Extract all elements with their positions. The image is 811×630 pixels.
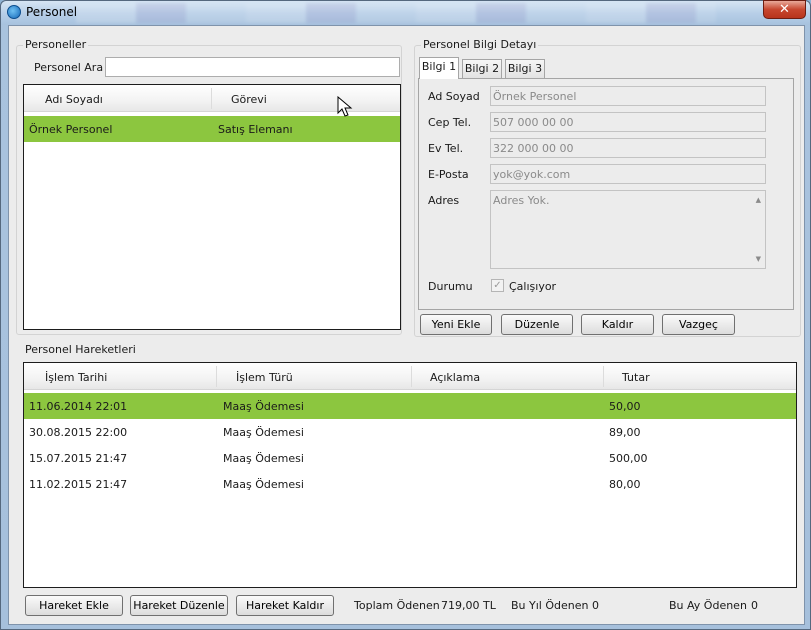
personel-window: Personel ✕ Personeller Personel Ara Adı … — [0, 0, 811, 630]
ev-tel-field[interactable]: 322 000 00 00 — [490, 138, 766, 158]
hareket-row[interactable]: 15.07.2015 21:47 Maaş Ödemesi 500,00 — [24, 445, 796, 471]
ev-tel-label: Ev Tel. — [428, 142, 464, 155]
title-bar-background — [76, 3, 716, 23]
window-title: Personel — [26, 5, 78, 19]
vazgec-button[interactable]: Vazgeç — [662, 314, 735, 335]
cell-islem-turu: Maaş Ödemesi — [223, 400, 304, 413]
duzenle-button[interactable]: Düzenle — [501, 314, 573, 335]
column-header-aciklama[interactable]: Açıklama — [430, 371, 480, 384]
column-separator — [603, 366, 604, 387]
cell-islem-tarihi: 30.08.2015 22:00 — [29, 426, 128, 439]
adres-label: Adres — [428, 194, 460, 207]
adres-value: Adres Yok. — [493, 194, 550, 207]
mouse-cursor-icon — [337, 96, 353, 117]
durum-label: Durumu — [428, 280, 473, 293]
cell-islem-tarihi: 15.07.2015 21:47 — [29, 452, 128, 465]
scroll-down-icon[interactable]: ▼ — [756, 255, 761, 263]
cep-tel-label: Cep Tel. — [428, 116, 472, 129]
cell-islem-tarihi: 11.02.2015 21:47 — [29, 478, 128, 491]
personeller-group-title: Personeller — [23, 38, 89, 51]
hareketler-title: Personel Hareketleri — [25, 343, 136, 356]
calisiyor-label: Çalışıyor — [509, 280, 557, 293]
search-input[interactable] — [105, 57, 400, 77]
close-button[interactable]: ✕ — [763, 0, 806, 19]
app-icon — [7, 5, 21, 19]
cell-islem-tarihi: 11.06.2014 22:01 — [29, 400, 128, 413]
tab-bilgi-3[interactable]: Bilgi 3 — [505, 59, 545, 79]
column-separator — [411, 366, 412, 387]
cell-ad-soyad: Örnek Personel — [29, 123, 113, 136]
bu-ay-odenen-label: Bu Ay Ödenen — [669, 599, 747, 612]
column-header-islem-turu[interactable]: İşlem Türü — [236, 371, 293, 384]
title-bar[interactable]: Personel — [1, 1, 810, 25]
hareketler-grid-header: İşlem Tarihi İşlem Türü Açıklama Tutar — [24, 363, 796, 390]
hareket-row[interactable]: 11.06.2014 22:01 Maaş Ödemesi 50,00 — [24, 393, 796, 419]
personeller-grid: Adı Soyadı Görevi Örnek Personel Satış E… — [23, 84, 401, 330]
column-separator — [211, 88, 212, 109]
ad-soyad-field[interactable]: Örnek Personel — [490, 86, 766, 106]
tab-bilgi-2[interactable]: Bilgi 2 — [462, 59, 502, 79]
cell-tutar: 500,00 — [609, 452, 648, 465]
hareket-kaldir-button[interactable]: Hareket Kaldır — [236, 595, 334, 616]
cep-tel-field[interactable]: 507 000 00 00 — [490, 112, 766, 132]
cell-tutar: 50,00 — [609, 400, 641, 413]
hareketler-grid: İşlem Tarihi İşlem Türü Açıklama Tutar 1… — [23, 362, 797, 588]
toplam-odenen-label: Toplam Ödenen — [354, 599, 440, 612]
form-client-area: Personeller Personel Ara Adı Soyadı Göre… — [8, 25, 805, 625]
bu-ay-odenen-value: 0 — [751, 599, 758, 612]
cell-islem-turu: Maaş Ödemesi — [223, 452, 304, 465]
cell-tutar: 89,00 — [609, 426, 641, 439]
hareket-row[interactable]: 30.08.2015 22:00 Maaş Ödemesi 89,00 — [24, 419, 796, 445]
search-label: Personel Ara — [34, 61, 104, 74]
cell-islem-turu: Maaş Ödemesi — [223, 426, 304, 439]
column-separator — [216, 366, 217, 387]
detay-group-title: Personel Bilgi Detayı — [421, 38, 539, 51]
cell-gorev: Satış Elemanı — [218, 123, 293, 136]
cell-islem-turu: Maaş Ödemesi — [223, 478, 304, 491]
scroll-up-icon[interactable]: ▲ — [756, 196, 761, 204]
yeni-ekle-button[interactable]: Yeni Ekle — [420, 314, 492, 335]
tab-bilgi-1[interactable]: Bilgi 1 — [419, 57, 459, 79]
ad-soyad-label: Ad Soyad — [428, 90, 480, 103]
column-header-tutar[interactable]: Tutar — [622, 371, 650, 384]
bu-yil-odenen-label: Bu Yıl Ödenen — [511, 599, 589, 612]
hareket-duzenle-button[interactable]: Hareket Düzenle — [130, 595, 228, 616]
e-posta-field[interactable]: yok@yok.com — [490, 164, 766, 184]
calisiyor-checkbox[interactable]: ✓ — [491, 279, 504, 292]
e-posta-label: E-Posta — [428, 168, 469, 181]
column-header-islem-tarihi[interactable]: İşlem Tarihi — [45, 371, 107, 384]
kaldir-button[interactable]: Kaldır — [581, 314, 654, 335]
bu-yil-odenen-value: 0 — [592, 599, 599, 612]
adres-field[interactable]: Adres Yok. ▲ ▼ — [490, 190, 766, 269]
column-header-gorevi[interactable]: Görevi — [231, 93, 267, 106]
personel-row[interactable]: Örnek Personel Satış Elemanı — [24, 116, 400, 142]
cell-tutar: 80,00 — [609, 478, 641, 491]
toplam-odenen-value: 719,00 TL — [441, 599, 496, 612]
hareket-row[interactable]: 11.02.2015 21:47 Maaş Ödemesi 80,00 — [24, 471, 796, 497]
hareket-ekle-button[interactable]: Hareket Ekle — [25, 595, 123, 616]
column-header-ad-soyadi[interactable]: Adı Soyadı — [45, 93, 103, 106]
